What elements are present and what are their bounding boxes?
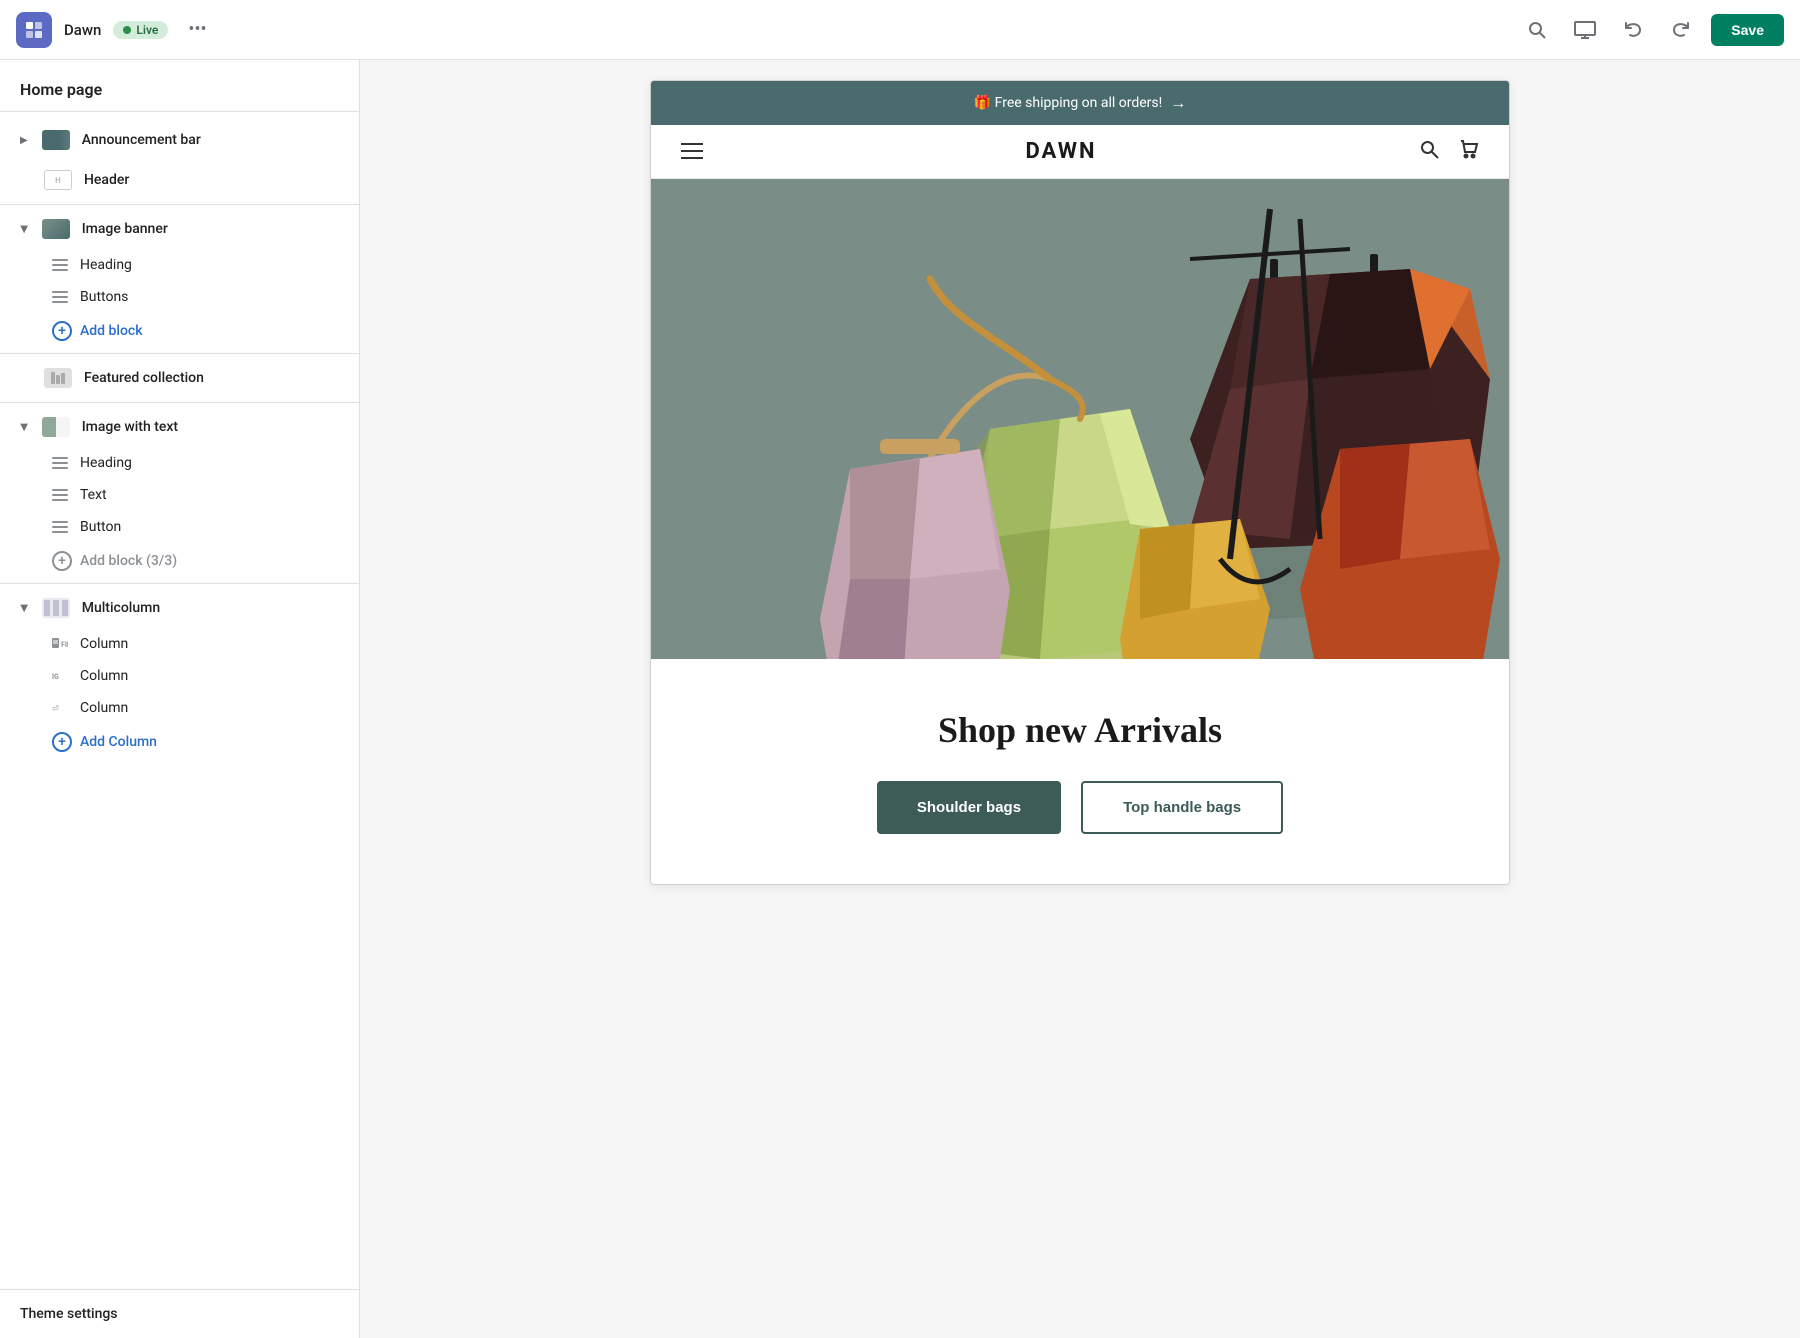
image-with-text-thumbnail bbox=[42, 417, 70, 437]
redo-button[interactable] bbox=[1663, 12, 1699, 48]
sidebar: Home page ▶ Announcement bar H Header ▶ bbox=[0, 60, 360, 1338]
sidebar-subitem-heading[interactable]: Heading bbox=[0, 249, 359, 281]
heading2-label: Heading bbox=[80, 455, 132, 471]
add-block-3-3-button[interactable]: + Add block (3/3) bbox=[0, 543, 359, 579]
store-header-preview: DAWN bbox=[651, 125, 1509, 179]
save-button[interactable]: Save bbox=[1711, 14, 1784, 46]
preview-area: 🎁 Free shipping on all orders! → DAWN bbox=[360, 60, 1800, 1338]
column3-icon: ⏎ bbox=[52, 700, 68, 716]
header-search-icon[interactable] bbox=[1419, 139, 1439, 164]
sidebar-subitem-button[interactable]: Button bbox=[0, 511, 359, 543]
search-button[interactable] bbox=[1519, 12, 1555, 48]
lines-icon-heading2 bbox=[52, 457, 68, 469]
hamburger-icon[interactable] bbox=[681, 140, 703, 164]
divider-4 bbox=[0, 583, 359, 584]
announcement-arrow: → bbox=[1170, 93, 1186, 113]
sidebar-subitem-column3[interactable]: ⏎ Column bbox=[0, 692, 359, 724]
button-label: Button bbox=[80, 519, 121, 535]
preview-frame: 🎁 Free shipping on all orders! → DAWN bbox=[650, 80, 1510, 885]
app-icon bbox=[16, 12, 52, 48]
sidebar-item-multicolumn[interactable]: ▶ Multicolumn bbox=[0, 588, 359, 628]
header-thumbnail: H bbox=[44, 170, 72, 190]
featured-thumbnail bbox=[44, 368, 72, 388]
topbar-right: Save bbox=[1519, 12, 1784, 48]
lines-icon-heading bbox=[52, 259, 68, 271]
live-dot bbox=[123, 26, 131, 34]
topbar-left: Dawn Live ••• bbox=[16, 12, 215, 48]
announcement-bar-label: Announcement bar bbox=[82, 132, 201, 148]
featured-collection-label: Featured collection bbox=[84, 370, 204, 386]
theme-settings-footer[interactable]: Theme settings bbox=[0, 1289, 359, 1338]
buttons-label: Buttons bbox=[80, 289, 128, 305]
lines-icon-buttons bbox=[52, 291, 68, 303]
announcement-bar-preview: 🎁 Free shipping on all orders! → bbox=[651, 81, 1509, 125]
topbar: Dawn Live ••• bbox=[0, 0, 1800, 60]
store-brand-label: DAWN bbox=[1025, 139, 1096, 164]
multicolumn-label: Multicolumn bbox=[82, 600, 160, 616]
sidebar-subitem-heading2[interactable]: Heading bbox=[0, 447, 359, 479]
divider-3 bbox=[0, 402, 359, 403]
shoulder-bags-button[interactable]: Shoulder bags bbox=[877, 781, 1061, 834]
hero-image-preview bbox=[651, 179, 1509, 659]
add-block-button[interactable]: + Add block bbox=[0, 313, 359, 349]
image-banner-label: Image banner bbox=[82, 221, 168, 237]
sidebar-subitem-buttons[interactable]: Buttons bbox=[0, 281, 359, 313]
live-badge: Live bbox=[113, 21, 168, 39]
announcement-text: 🎁 Free shipping on all orders! bbox=[974, 95, 1163, 111]
image-with-text-label: Image with text bbox=[82, 419, 178, 435]
sidebar-item-image-with-text[interactable]: ▶ Image with text bbox=[0, 407, 359, 447]
expand-icon-image-with-text: ▶ bbox=[18, 423, 29, 431]
divider-2 bbox=[0, 353, 359, 354]
sidebar-item-announcement-bar[interactable]: ▶ Announcement bar bbox=[0, 120, 359, 160]
desktop-view-button[interactable] bbox=[1567, 12, 1603, 48]
store-name-label: Dawn bbox=[64, 21, 101, 39]
sidebar-subitem-column2[interactable]: IG Column bbox=[0, 660, 359, 692]
featured-title: Shop new Arrivals bbox=[691, 709, 1469, 751]
live-label: Live bbox=[136, 23, 158, 37]
column3-label: Column bbox=[80, 700, 128, 716]
lines-icon-text bbox=[52, 489, 68, 501]
lines-icon-button bbox=[52, 521, 68, 533]
sidebar-subitem-text[interactable]: Text bbox=[0, 479, 359, 511]
add-column-label: Add Column bbox=[80, 734, 157, 750]
add-block-3-3-label: Add block (3/3) bbox=[80, 553, 177, 569]
top-handle-bags-button[interactable]: Top handle bags bbox=[1081, 781, 1283, 834]
header-icons bbox=[1419, 139, 1479, 164]
heading-label: Heading bbox=[80, 257, 132, 273]
sidebar-sections: ▶ Announcement bar H Header ▶ Image bann… bbox=[0, 112, 359, 768]
add-block-plus-icon: + bbox=[52, 321, 72, 341]
image-banner-thumbnail bbox=[42, 219, 70, 239]
column2-icon: IG bbox=[52, 668, 68, 684]
multicolumn-thumbnail bbox=[42, 598, 70, 618]
add-column-plus-icon: + bbox=[52, 732, 72, 752]
sidebar-subitem-column1[interactable]: FIN Column bbox=[0, 628, 359, 660]
text-label: Text bbox=[80, 487, 107, 503]
more-options-button[interactable]: ••• bbox=[180, 15, 214, 44]
theme-settings-label: Theme settings bbox=[20, 1306, 118, 1322]
header-cart-icon[interactable] bbox=[1459, 139, 1479, 164]
add-column-button[interactable]: + Add Column bbox=[0, 724, 359, 760]
main-layout: Home page ▶ Announcement bar H Header ▶ bbox=[0, 0, 1800, 1338]
divider-1 bbox=[0, 204, 359, 205]
announcement-thumbnail bbox=[42, 130, 70, 150]
featured-buttons: Shoulder bags Top handle bags bbox=[691, 781, 1469, 834]
sidebar-item-image-banner[interactable]: ▶ Image banner bbox=[0, 209, 359, 249]
expand-icon-multicolumn: ▶ bbox=[18, 604, 29, 612]
svg-text:⏎: ⏎ bbox=[52, 704, 59, 713]
expand-icon-announcement: ▶ bbox=[20, 135, 28, 146]
svg-text:IG: IG bbox=[52, 673, 59, 681]
add-block-label: Add block bbox=[80, 323, 143, 339]
featured-section-preview: Shop new Arrivals Shoulder bags Top hand… bbox=[651, 659, 1509, 884]
column1-label: Column bbox=[80, 636, 128, 652]
undo-button[interactable] bbox=[1615, 12, 1651, 48]
column2-label: Column bbox=[80, 668, 128, 684]
svg-text:FIN: FIN bbox=[61, 641, 68, 649]
expand-icon-image-banner: ▶ bbox=[18, 225, 29, 233]
sidebar-item-featured-collection[interactable]: Featured collection bbox=[0, 358, 359, 398]
column1-icon: FIN bbox=[52, 636, 68, 652]
add-block-3-3-plus-icon: + bbox=[52, 551, 72, 571]
header-label: Header bbox=[84, 172, 129, 188]
sidebar-page-title: Home page bbox=[0, 60, 359, 112]
sidebar-item-header[interactable]: H Header bbox=[0, 160, 359, 200]
